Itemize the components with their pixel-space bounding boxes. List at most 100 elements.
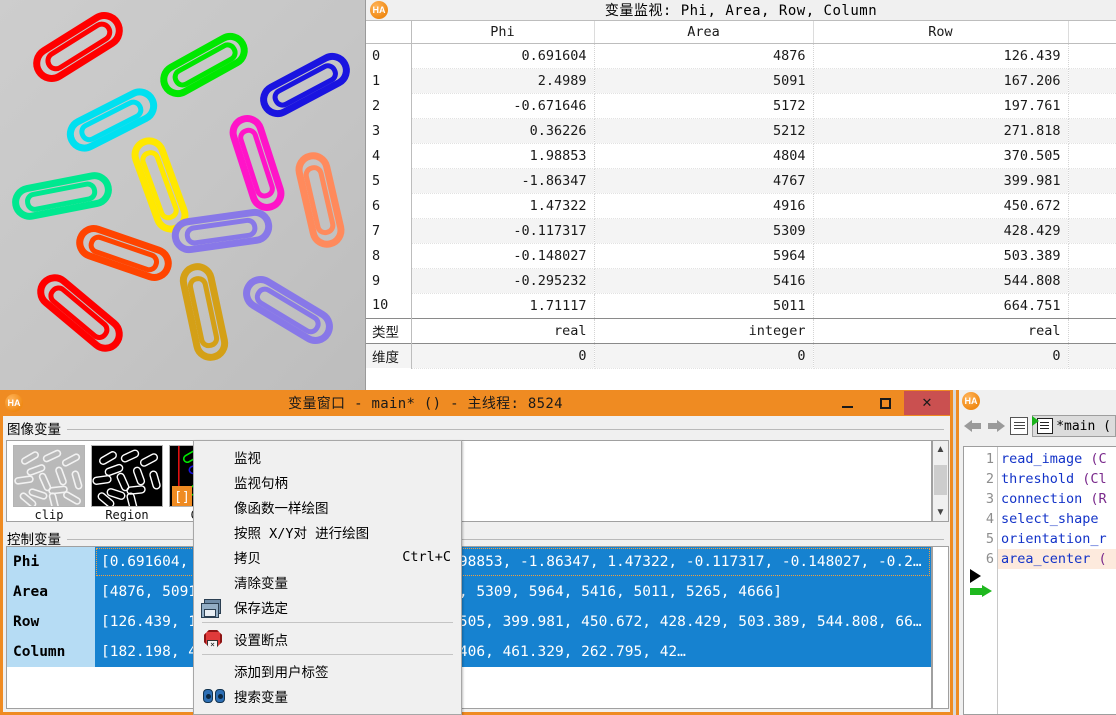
menu-item-label: 像函数一样绘图 bbox=[234, 500, 329, 517]
close-button[interactable]: ✕ bbox=[904, 391, 950, 415]
menu-item[interactable]: 搜索变量 bbox=[194, 683, 461, 708]
save-icon bbox=[200, 596, 228, 618]
iconic-variables-list[interactable]: clip Region [] bbox=[6, 440, 932, 522]
variable-name[interactable]: Phi bbox=[7, 547, 95, 577]
column-header-row[interactable]: Row bbox=[813, 21, 1069, 44]
table-row[interactable]: 4 1.98853 4804 370.505 bbox=[366, 143, 1116, 169]
cell-phi: 1.47322 bbox=[411, 193, 595, 219]
code-window-titlebar: HA bbox=[959, 390, 1116, 412]
table-row[interactable]: 2 -0.671646 5172 197.761 bbox=[366, 93, 1116, 119]
table-row[interactable]: 6 1.47322 4916 450.672 bbox=[366, 193, 1116, 219]
list-item[interactable]: Row [126.439, 167.206, 197.761, 271.818, … bbox=[7, 607, 931, 637]
menu-item[interactable]: 拷贝 Ctrl+C bbox=[194, 544, 461, 569]
code-text-area[interactable]: read_image (C threshold (Cl connection (R s… bbox=[998, 447, 1116, 714]
control-table: Phi [0.691604, 2.4989, -0.671646, 0.36226… bbox=[7, 547, 931, 667]
variable-name[interactable]: Area bbox=[7, 577, 95, 607]
table-row[interactable]: 7 -0.117317 5309 428.429 bbox=[366, 218, 1116, 244]
menu-item-no-icon bbox=[200, 521, 228, 543]
menu-item[interactable]: 保存选定 bbox=[194, 594, 461, 619]
menu-item[interactable]: 按照 X/Y对 进行绘图 bbox=[194, 519, 461, 544]
variable-context-menu[interactable]: 监视 监视句柄像函数一样绘图按照 X/Y对 进行绘图 拷贝 Ctrl+C 清除变量保存选… bbox=[193, 440, 462, 715]
scroll-up-icon[interactable]: ▲ bbox=[933, 441, 948, 458]
cell-row: 503.389 bbox=[813, 243, 1069, 269]
iconic-list-scrollbar[interactable]: ▲ ▼ bbox=[932, 440, 949, 522]
menu-item-no-icon bbox=[200, 660, 228, 682]
variable-window-body: 图像变量 clip Region [] ▲ ▼ 控制变量 Phi [0.6916… bbox=[3, 416, 950, 712]
cell-extra bbox=[1068, 268, 1116, 294]
code-rest: ( bbox=[1090, 551, 1107, 567]
thumbnail-region[interactable] bbox=[91, 445, 163, 507]
menu-item-label: 搜索变量 bbox=[234, 689, 288, 706]
variable-window: HA 变量窗口 - main* () - 主线程: 8524 ✕ 图像变量 cl… bbox=[0, 390, 953, 715]
cell-area: 5212 bbox=[594, 118, 814, 144]
procedures-icon[interactable] bbox=[1010, 417, 1029, 435]
code-line[interactable]: orientation_r bbox=[998, 529, 1116, 549]
variable-window-titlebar[interactable]: HA 变量窗口 - main* () - 主线程: 8524 ✕ bbox=[3, 390, 950, 416]
cell-phi: 0.36226 bbox=[411, 118, 595, 144]
list-item[interactable]: Phi [0.691604, 2.4989, -0.671646, 0.36226… bbox=[7, 547, 931, 577]
control-variables-table[interactable]: Phi [0.691604, 2.4989, -0.671646, 0.36226… bbox=[6, 546, 932, 709]
menu-item[interactable]: 添加到用户标签 bbox=[194, 658, 461, 683]
cell-extra bbox=[1068, 293, 1116, 319]
scroll-down-icon[interactable]: ▼ bbox=[933, 504, 948, 521]
cell-row: 544.808 bbox=[813, 268, 1069, 294]
code-editor-area[interactable]: 123456 read_image (C threshold (Cl connect… bbox=[963, 446, 1116, 715]
cell-phi: -0.148027 bbox=[411, 243, 595, 269]
line-number: 2 bbox=[985, 471, 994, 487]
code-line[interactable]: select_shape bbox=[998, 509, 1116, 529]
menu-item[interactable]: 像函数一样绘图 bbox=[194, 494, 461, 519]
iconic-thumb-item[interactable]: Region bbox=[91, 445, 163, 521]
code-line[interactable]: area_center ( bbox=[998, 549, 1116, 569]
variable-name[interactable]: Column bbox=[7, 637, 95, 667]
table-row[interactable]: 3 0.36226 5212 271.818 bbox=[366, 118, 1116, 144]
menu-item[interactable]: 清除变量 bbox=[194, 569, 461, 594]
thumbnail-clip[interactable] bbox=[13, 445, 85, 507]
list-item[interactable]: Area[4876, 5091, 5172, 5212, 4804, 4767,… bbox=[7, 577, 931, 607]
cell-extra bbox=[1068, 93, 1116, 119]
row-index: 4 bbox=[366, 143, 412, 168]
list-item[interactable]: Column[182.198, 412.539, 339.445, 667.68… bbox=[7, 637, 931, 667]
cell-row: 428.429 bbox=[813, 218, 1069, 244]
table-row[interactable]: 5 -1.86347 4767 399.981 bbox=[366, 168, 1116, 194]
control-variables-header: 控制变量 bbox=[3, 526, 950, 548]
row-index: 6 bbox=[366, 193, 412, 218]
image-display-window[interactable] bbox=[0, 0, 365, 390]
menu-item[interactable]: 设置断点 bbox=[194, 626, 461, 651]
column-header-area[interactable]: Area bbox=[594, 21, 814, 44]
maximize-button[interactable] bbox=[866, 391, 904, 415]
menu-item[interactable]: 监视 bbox=[194, 444, 461, 469]
cell-row: 450.672 bbox=[813, 193, 1069, 219]
row-index: 3 bbox=[366, 118, 412, 143]
menu-item-label: 清除变量 bbox=[234, 575, 288, 592]
control-list-scrollbar[interactable] bbox=[932, 546, 949, 709]
code-line[interactable]: threshold (Cl bbox=[998, 469, 1116, 489]
cell-phi: -0.117317 bbox=[411, 218, 595, 244]
minimize-button[interactable] bbox=[828, 391, 866, 415]
column-header-phi[interactable]: Phi bbox=[411, 21, 595, 44]
breakpoint-triangle-icon[interactable] bbox=[970, 569, 981, 583]
footer-type-row: real bbox=[813, 317, 1069, 344]
halcon-logo-icon: HA bbox=[370, 1, 388, 19]
forward-arrow-icon[interactable] bbox=[987, 417, 1007, 435]
iconic-thumb-item[interactable]: clip bbox=[13, 445, 85, 521]
line-number: 6 bbox=[985, 551, 994, 567]
menu-item-label: 拷贝 bbox=[234, 550, 261, 567]
execution-markers bbox=[970, 569, 992, 598]
cell-extra bbox=[1068, 243, 1116, 269]
table-row[interactable]: 9 -0.295232 5416 544.808 bbox=[366, 268, 1116, 294]
table-row[interactable]: 8 -0.148027 5964 503.389 bbox=[366, 243, 1116, 269]
tab-main[interactable]: *main ( bbox=[1032, 415, 1116, 437]
code-rest: (Cl bbox=[1074, 471, 1107, 487]
table-row[interactable]: 0 0.691604 4876 126.439 bbox=[366, 43, 1116, 69]
watch-table-scroll[interactable]: Phi Area Row 0 0.691604 4876 126.439 1 2.4989… bbox=[366, 20, 1116, 390]
code-line[interactable]: read_image (C bbox=[998, 449, 1116, 469]
iconic-variables-header: 图像变量 bbox=[3, 416, 950, 438]
table-row[interactable]: 10 1.71117 5011 664.751 bbox=[366, 293, 1116, 319]
table-row[interactable]: 1 2.4989 5091 167.206 bbox=[366, 68, 1116, 94]
scrollbar-thumb[interactable] bbox=[934, 465, 947, 495]
footer-type-area: integer bbox=[594, 317, 814, 344]
back-arrow-icon[interactable] bbox=[963, 417, 983, 435]
code-line[interactable]: connection (R bbox=[998, 489, 1116, 509]
variable-name[interactable]: Row bbox=[7, 607, 95, 637]
menu-item[interactable]: 监视句柄 bbox=[194, 469, 461, 494]
